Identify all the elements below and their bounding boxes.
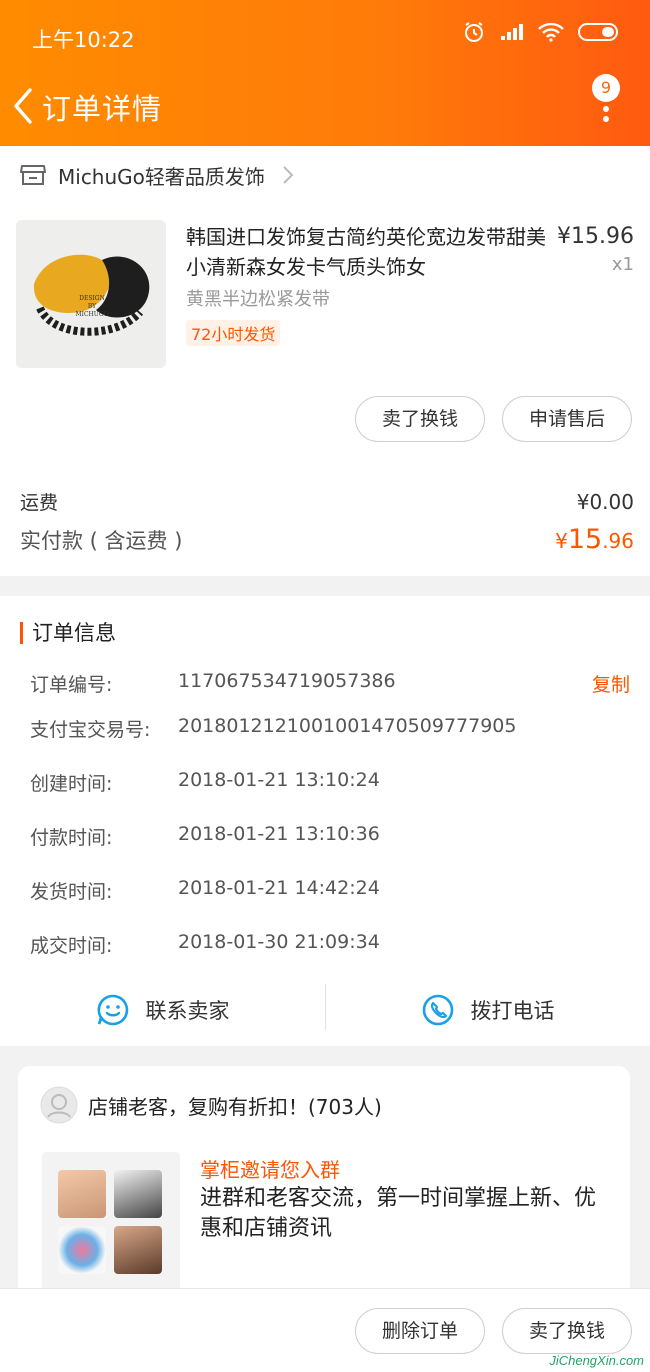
product-sku: 黄黑半边松紧发带	[186, 289, 330, 310]
group-member-avatars	[42, 1152, 180, 1302]
shipping-tag: 72小时发货	[186, 320, 281, 346]
info-label: 成交时间:	[30, 935, 113, 957]
alipay-trade-row: 支付宝交易号: 2018012121001001470509777905	[30, 715, 630, 742]
shop-name: MichuGo轻奢品质发饰	[58, 164, 265, 189]
info-value: 2018-01-21 13:10:36	[178, 823, 380, 845]
alarm-icon	[465, 22, 483, 42]
headband-illustration: DESIGN BY MICHUGO	[16, 220, 166, 368]
completed-time-row: 成交时间: 2018-01-30 21:09:34	[30, 931, 630, 958]
info-label: 创建时间:	[30, 773, 113, 795]
paid-integer: 15	[567, 524, 603, 555]
shipping-fee-row: 运费 ¥0.00	[20, 488, 634, 515]
paid-amount-label: 实付款 ( 含运费 )	[20, 529, 183, 553]
shipped-time-row: 发货时间: 2018-01-21 14:42:24	[30, 877, 630, 904]
paid-amount-row: 实付款 ( 含运费 ) ¥15.96	[20, 524, 634, 555]
shipping-fee-value: ¥0.00	[576, 490, 634, 514]
wifi-icon	[538, 22, 564, 42]
title-bar: 订单详情 9	[0, 74, 650, 140]
info-value: 2018-01-21 13:10:24	[178, 769, 380, 791]
after-sale-button[interactable]: 申请售后	[502, 396, 632, 442]
info-value: 117067534719057386	[178, 670, 396, 692]
call-phone-button[interactable]: 拨打电话	[325, 982, 650, 1038]
paid-time-row: 付款时间: 2018-01-21 13:10:36	[30, 823, 630, 850]
product-quantity: x1	[611, 254, 634, 275]
back-arrow-icon[interactable]	[10, 86, 38, 126]
shop-link[interactable]: MichuGo轻奢品质发饰	[20, 160, 297, 190]
image-brand-text-1: DESIGN	[79, 295, 105, 302]
footer-sell-exchange-button[interactable]: 卖了换钱	[502, 1308, 632, 1354]
info-label: 发货时间:	[30, 881, 113, 903]
page-title: 订单详情	[42, 92, 163, 126]
group-invite-title: 店铺老客，复购有折扣！(703人)	[88, 1094, 382, 1119]
signal-icon	[501, 24, 523, 40]
image-brand-text-3: MICHUGO	[75, 311, 108, 318]
group-invite-card[interactable]: 店铺老客，复购有折扣！(703人) 掌柜邀请您入群 进群和老客交流，第一时间掌握…	[18, 1066, 630, 1306]
more-dot-icon	[603, 116, 609, 122]
group-invite-header: 店铺老客，复购有折扣！(703人)	[40, 1086, 382, 1124]
sell-exchange-button[interactable]: 卖了换钱	[355, 396, 485, 442]
product-image[interactable]: DESIGN BY MICHUGO	[16, 220, 166, 368]
contact-seller-label: 联系卖家	[145, 999, 230, 1023]
product-price: ¥15.96	[557, 224, 634, 249]
member-avatar	[114, 1226, 162, 1274]
member-avatar	[58, 1226, 106, 1274]
section-divider	[0, 576, 650, 596]
chat-smile-icon	[97, 994, 128, 1026]
store-icon	[20, 165, 46, 185]
phone-icon	[422, 994, 453, 1026]
status-time: 上午10:22	[32, 28, 135, 52]
info-value: 2018012121001001470509777905	[178, 715, 517, 737]
notification-badge: 9	[592, 74, 620, 102]
info-label: 支付宝交易号:	[30, 719, 151, 741]
info-value: 2018-01-21 14:42:24	[178, 877, 380, 899]
member-avatar	[114, 1170, 162, 1218]
battery-icon	[578, 23, 618, 41]
status-bar: 上午10:22	[0, 0, 650, 70]
paid-amount-value: ¥15.96	[555, 524, 634, 555]
more-dot-icon	[603, 106, 609, 112]
member-avatar	[58, 1170, 106, 1218]
paid-currency: ¥	[555, 529, 568, 553]
product-title[interactable]: 韩国进口发饰复古简约英伦宽边发带甜美小清新森女发卡气质头饰女	[186, 222, 546, 282]
image-brand-text-2: BY	[88, 303, 97, 310]
info-value: 2018-01-30 21:09:34	[178, 931, 380, 953]
order-number-row: 订单编号: 117067534719057386	[30, 670, 630, 697]
group-invite-description: 进群和老客交流，第一时间掌握上新、优惠和店铺资讯	[200, 1186, 597, 1241]
shopkeeper-avatar-icon	[40, 1086, 78, 1124]
watermark: JiChengXin.com	[549, 1353, 644, 1368]
app-header: 上午10:22 订单详情 9	[0, 0, 650, 146]
call-phone-label: 拨打电话	[470, 999, 555, 1023]
paid-decimal: .96	[602, 529, 634, 553]
order-info-card: 订单信息 复制 订单编号: 117067534719057386 支付宝交易号: 2…	[0, 596, 650, 1046]
info-label: 订单编号:	[30, 674, 113, 696]
chevron-right-icon	[283, 166, 294, 184]
info-label: 付款时间:	[30, 827, 113, 849]
order-info-title: 订单信息	[20, 622, 116, 644]
contact-seller-button[interactable]: 联系卖家	[0, 982, 325, 1038]
group-invite-label: 掌柜邀请您入群	[200, 1158, 340, 1182]
contact-divider	[325, 984, 326, 1030]
shipping-fee-label: 运费	[20, 492, 59, 514]
created-time-row: 创建时间: 2018-01-21 13:10:24	[30, 769, 630, 796]
more-menu-button[interactable]: 9	[590, 74, 624, 134]
bottom-action-bar: 删除订单 卖了换钱 JiChengXin.com	[0, 1288, 650, 1372]
delete-order-button[interactable]: 删除订单	[355, 1308, 485, 1354]
status-icons	[462, 20, 620, 44]
